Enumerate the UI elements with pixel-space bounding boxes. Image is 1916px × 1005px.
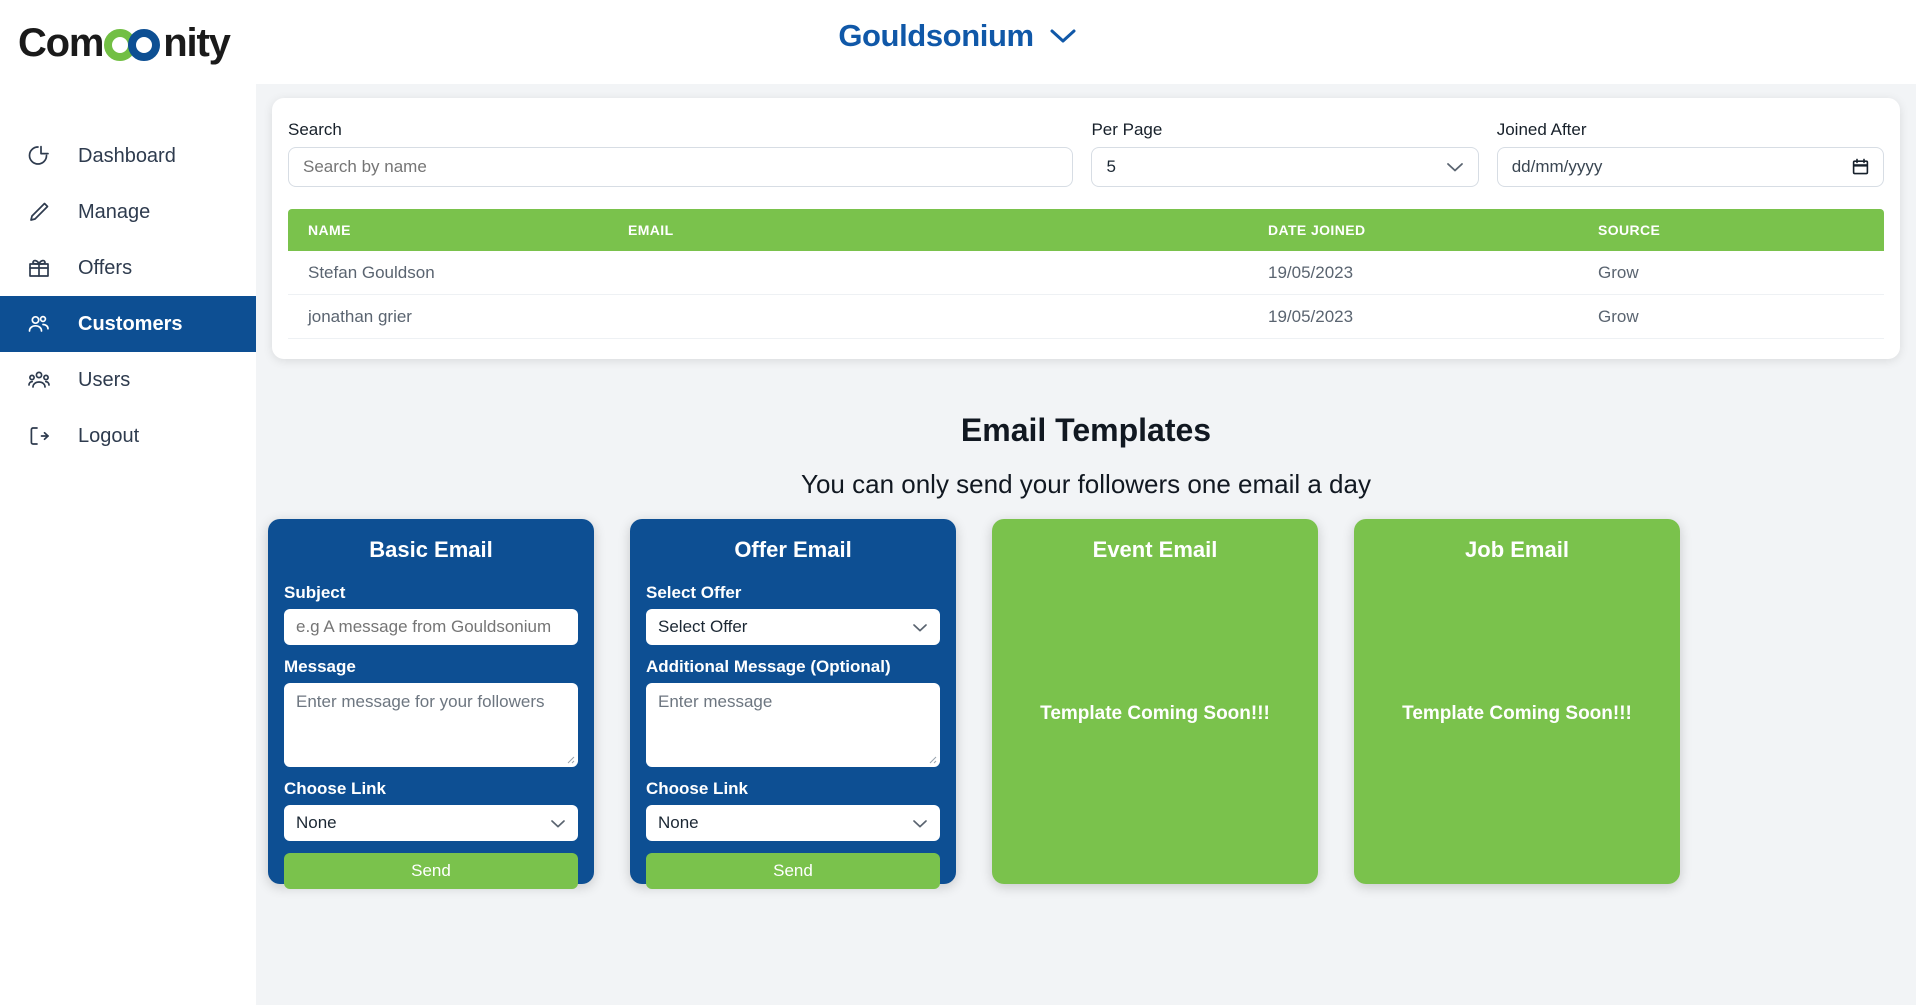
calendar-icon[interactable] bbox=[1852, 158, 1869, 176]
offer-email-card: Offer Email Select Offer Select Offer Ad… bbox=[630, 519, 956, 889]
cell-source: Grow bbox=[1598, 306, 1639, 326]
per-page-label: Per Page bbox=[1091, 120, 1163, 139]
top-header: Com nity Gouldsonium bbox=[0, 0, 1916, 84]
offer-message-label: Additional Message (Optional) bbox=[646, 657, 891, 676]
offer-email-send-button[interactable]: Send bbox=[646, 853, 940, 889]
basic-link-value: None bbox=[296, 813, 337, 832]
sidebar-item-logout[interactable]: Logout bbox=[0, 408, 256, 464]
sidebar: Dashboard Manage Offers Customers Users … bbox=[0, 84, 256, 1005]
basic-email-send-button[interactable]: Send bbox=[284, 853, 578, 889]
sidebar-item-label: Customers bbox=[78, 313, 183, 335]
offer-message-placeholder: Enter message bbox=[658, 692, 773, 711]
logout-icon bbox=[24, 421, 54, 451]
table-row[interactable]: jonathan grier 19/05/2023 Grow bbox=[288, 295, 1884, 339]
logo-infinity-icon bbox=[104, 26, 162, 61]
app-logo[interactable]: Com nity bbox=[18, 16, 231, 70]
offer-link-value: None bbox=[658, 813, 699, 832]
sidebar-item-users[interactable]: Users bbox=[0, 352, 256, 408]
column-header-source: SOURCE bbox=[1598, 222, 1661, 238]
basic-subject-label: Subject bbox=[284, 583, 346, 602]
basic-email-title: Basic Email bbox=[369, 537, 493, 562]
email-templates-title: Email Templates bbox=[960, 412, 1212, 448]
search-field-group: Search bbox=[288, 120, 1074, 187]
resize-handle-icon[interactable] bbox=[925, 752, 937, 764]
email-templates-subtitle: You can only send your followers one ema… bbox=[801, 469, 1371, 499]
offer-link-select[interactable]: None bbox=[646, 805, 940, 841]
column-header-email: EMAIL bbox=[628, 222, 674, 238]
joined-after-label: Joined After bbox=[1496, 120, 1587, 139]
joined-after-placeholder: dd/mm/yyyy bbox=[1511, 157, 1603, 176]
event-email-title: Event Email bbox=[1092, 537, 1218, 562]
customers-table: NAME EMAIL DATE JOINED SOURCE Stefan Gou… bbox=[288, 209, 1884, 339]
table-row[interactable]: Stefan Gouldson 19/05/2023 Grow bbox=[288, 251, 1884, 295]
per-page-select[interactable]: 5 bbox=[1091, 147, 1479, 187]
offer-email-title: Offer Email bbox=[734, 537, 852, 562]
gift-icon bbox=[24, 253, 54, 283]
sidebar-item-dashboard[interactable]: Dashboard bbox=[0, 128, 256, 184]
users-two-icon bbox=[24, 309, 54, 339]
job-email-card: Job Email Template Coming Soon!!! bbox=[1354, 519, 1680, 884]
sidebar-item-label: Users bbox=[78, 369, 131, 391]
cell-name: jonathan grier bbox=[308, 306, 412, 326]
search-input[interactable] bbox=[288, 147, 1074, 187]
app-root: Com nity Gouldsonium Dashboard Manage Of… bbox=[0, 0, 1916, 1005]
chevron-down-icon bbox=[912, 818, 928, 829]
chevron-down-icon bbox=[1446, 161, 1464, 173]
sidebar-item-label: Offers bbox=[78, 257, 133, 279]
basic-link-select[interactable]: None bbox=[284, 805, 578, 841]
basic-subject-input[interactable] bbox=[284, 609, 578, 645]
resize-handle-icon[interactable] bbox=[563, 752, 575, 764]
per-page-field-group: Per Page 5 bbox=[1091, 120, 1479, 187]
joined-after-field-group: Joined After dd/mm/yyyy bbox=[1496, 120, 1884, 187]
sidebar-item-label: Dashboard bbox=[78, 145, 176, 167]
cell-date-joined: 19/05/2023 bbox=[1268, 306, 1354, 326]
org-switcher: Gouldsonium bbox=[0, 18, 1916, 54]
table-header-row: NAME EMAIL DATE JOINED SOURCE bbox=[288, 209, 1884, 251]
joined-after-date-input[interactable]: dd/mm/yyyy bbox=[1496, 147, 1884, 187]
logo-text-pre: Com bbox=[18, 20, 105, 65]
org-name-label[interactable]: Gouldsonium bbox=[838, 18, 1034, 54]
event-email-status: Template Coming Soon!!! bbox=[1040, 702, 1270, 724]
job-email-status: Template Coming Soon!!! bbox=[1402, 702, 1632, 724]
offer-select-label: Select Offer bbox=[646, 583, 742, 602]
basic-message-textarea[interactable]: Enter message for your followers bbox=[284, 683, 578, 767]
basic-message-label: Message bbox=[284, 657, 356, 676]
job-email-title: Job Email bbox=[1465, 537, 1569, 562]
offer-message-textarea[interactable]: Enter message bbox=[646, 683, 940, 767]
users-three-icon bbox=[24, 365, 54, 395]
chevron-down-icon bbox=[550, 818, 566, 829]
pie-chart-icon bbox=[24, 141, 54, 171]
offer-select[interactable]: Select Offer bbox=[646, 609, 940, 645]
event-email-card: Event Email Template Coming Soon!!! bbox=[992, 519, 1318, 884]
sidebar-item-label: Manage bbox=[78, 201, 151, 223]
column-header-date-joined: DATE JOINED bbox=[1268, 222, 1366, 238]
basic-link-label: Choose Link bbox=[284, 779, 387, 798]
main-content: Search Per Page 5 Joined After dd bbox=[256, 84, 1916, 1005]
per-page-value: 5 bbox=[1106, 157, 1116, 176]
offer-link-label: Choose Link bbox=[646, 779, 749, 798]
logo-text-post: nity bbox=[163, 20, 231, 65]
sidebar-item-offers[interactable]: Offers bbox=[0, 240, 256, 296]
sidebar-nav: Dashboard Manage Offers Customers Users … bbox=[0, 84, 256, 464]
sidebar-item-manage[interactable]: Manage bbox=[0, 184, 256, 240]
filters-row: Search Per Page 5 Joined After dd bbox=[288, 120, 1884, 187]
sidebar-item-label: Logout bbox=[78, 425, 140, 447]
email-template-cards: Basic Email Subject Message Enter messag… bbox=[268, 519, 1680, 889]
basic-email-card: Basic Email Subject Message Enter messag… bbox=[268, 519, 594, 889]
cell-name: Stefan Gouldson bbox=[308, 262, 435, 282]
search-label: Search bbox=[288, 120, 342, 139]
chevron-down-icon[interactable] bbox=[1048, 26, 1078, 46]
offer-select-value: Select Offer bbox=[658, 617, 748, 636]
basic-message-placeholder: Enter message for your followers bbox=[296, 692, 545, 711]
cell-source: Grow bbox=[1598, 262, 1639, 282]
chevron-down-icon bbox=[912, 622, 928, 633]
column-header-name: NAME bbox=[308, 222, 351, 238]
sidebar-item-customers[interactable]: Customers bbox=[0, 296, 256, 352]
pencil-icon bbox=[24, 197, 54, 227]
customers-panel: Search Per Page 5 Joined After dd bbox=[272, 98, 1900, 359]
cell-date-joined: 19/05/2023 bbox=[1268, 262, 1354, 282]
